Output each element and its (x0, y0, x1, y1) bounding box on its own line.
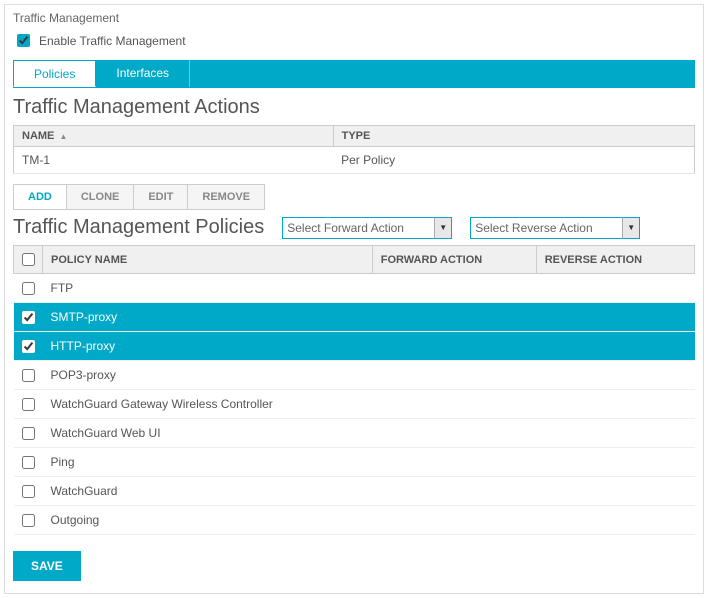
remove-button[interactable]: REMOVE (188, 185, 264, 209)
policies-row-forward (372, 303, 536, 332)
policies-row-name: HTTP-proxy (43, 332, 373, 361)
select-all-checkbox[interactable] (22, 253, 35, 266)
policies-row-name: Outgoing (43, 506, 373, 535)
forward-action-select[interactable]: Select Forward Action (282, 217, 452, 239)
policies-row-forward (372, 419, 536, 448)
tabstrip: Policies Interfaces (13, 60, 695, 88)
policies-row-reverse (536, 419, 694, 448)
reverse-action-select[interactable]: Select Reverse Action (470, 217, 640, 239)
policies-row-forward (372, 361, 536, 390)
policies-row-reverse (536, 274, 694, 303)
actions-col-name[interactable]: NAME ▲ (14, 126, 334, 147)
policies-row-checkbox[interactable] (22, 282, 35, 295)
policies-row[interactable]: WatchGuard Gateway Wireless Controller (14, 390, 695, 419)
forward-action-select-wrap: Select Forward Action ▼ (282, 217, 452, 239)
policies-row-check-cell (14, 274, 43, 303)
policies-row[interactable]: POP3-proxy (14, 361, 695, 390)
policies-row-name: WatchGuard (43, 477, 373, 506)
policies-row-reverse (536, 332, 694, 361)
policies-row[interactable]: Outgoing (14, 506, 695, 535)
policies-row-checkbox[interactable] (22, 398, 35, 411)
policies-row-checkbox[interactable] (22, 311, 35, 324)
policies-row[interactable]: Ping (14, 448, 695, 477)
policies-row-name: Ping (43, 448, 373, 477)
enable-row: Enable Traffic Management (13, 31, 695, 50)
policies-row-check-cell (14, 361, 43, 390)
actions-row[interactable]: TM-1 Per Policy (14, 147, 695, 174)
tab-policies[interactable]: Policies (13, 60, 96, 87)
policies-row-forward (372, 448, 536, 477)
policies-row-checkbox[interactable] (22, 427, 35, 440)
traffic-management-panel: Traffic Management Enable Traffic Manage… (4, 4, 704, 594)
actions-row-type: Per Policy (333, 147, 694, 174)
tab-interfaces[interactable]: Interfaces (96, 60, 190, 87)
policies-row-name: FTP (43, 274, 373, 303)
enable-checkbox[interactable] (17, 34, 30, 47)
policies-row-checkbox[interactable] (22, 369, 35, 382)
policies-row-forward (372, 332, 536, 361)
actions-row-name: TM-1 (14, 147, 334, 174)
policies-row-check-cell (14, 332, 43, 361)
policies-row[interactable]: FTP (14, 274, 695, 303)
policies-row[interactable]: SMTP-proxy (14, 303, 695, 332)
toolbar: ADD CLONE EDIT REMOVE (13, 184, 265, 210)
policies-row-reverse (536, 506, 694, 535)
policies-row-name: SMTP-proxy (43, 303, 373, 332)
policies-table: POLICY NAME FORWARD ACTION REVERSE ACTIO… (13, 245, 695, 535)
policies-row[interactable]: WatchGuard Web UI (14, 419, 695, 448)
tabstrip-fill (190, 60, 695, 87)
sort-asc-icon: ▲ (59, 132, 67, 141)
policies-row-check-cell (14, 506, 43, 535)
policies-row-checkbox[interactable] (22, 485, 35, 498)
enable-label: Enable Traffic Management (39, 34, 186, 48)
policies-section-title: Traffic Management Policies (13, 216, 264, 239)
policies-row-checkbox[interactable] (22, 514, 35, 527)
policies-row-reverse (536, 448, 694, 477)
policies-col-check (14, 246, 43, 274)
policies-col-forward[interactable]: FORWARD ACTION (372, 246, 536, 274)
policies-row-reverse (536, 303, 694, 332)
add-button[interactable]: ADD (14, 185, 67, 209)
policies-row-reverse (536, 477, 694, 506)
actions-col-type[interactable]: TYPE (333, 126, 694, 147)
policies-col-reverse[interactable]: REVERSE ACTION (536, 246, 694, 274)
clone-button[interactable]: CLONE (67, 185, 135, 209)
actions-col-name-label: NAME (22, 130, 54, 142)
policies-row[interactable]: WatchGuard (14, 477, 695, 506)
policies-row-forward (372, 390, 536, 419)
policies-header: Traffic Management Policies Select Forwa… (13, 216, 695, 239)
policies-row-name: WatchGuard Web UI (43, 419, 373, 448)
policies-col-name[interactable]: POLICY NAME (43, 246, 373, 274)
policies-row-check-cell (14, 448, 43, 477)
actions-section-title: Traffic Management Actions (13, 96, 695, 119)
policies-row-forward (372, 274, 536, 303)
policies-row[interactable]: HTTP-proxy (14, 332, 695, 361)
policies-row-reverse (536, 390, 694, 419)
actions-table: NAME ▲ TYPE TM-1 Per Policy (13, 125, 695, 174)
policies-row-name: WatchGuard Gateway Wireless Controller (43, 390, 373, 419)
policies-row-checkbox[interactable] (22, 456, 35, 469)
policies-row-forward (372, 477, 536, 506)
reverse-action-select-wrap: Select Reverse Action ▼ (470, 217, 640, 239)
save-button[interactable]: SAVE (13, 551, 81, 581)
edit-button[interactable]: EDIT (134, 185, 188, 209)
policies-row-check-cell (14, 419, 43, 448)
policies-row-check-cell (14, 477, 43, 506)
policies-row-forward (372, 506, 536, 535)
policies-row-check-cell (14, 303, 43, 332)
policies-row-checkbox[interactable] (22, 340, 35, 353)
policies-row-reverse (536, 361, 694, 390)
policies-row-check-cell (14, 390, 43, 419)
panel-title: Traffic Management (13, 11, 695, 25)
policies-row-name: POP3-proxy (43, 361, 373, 390)
